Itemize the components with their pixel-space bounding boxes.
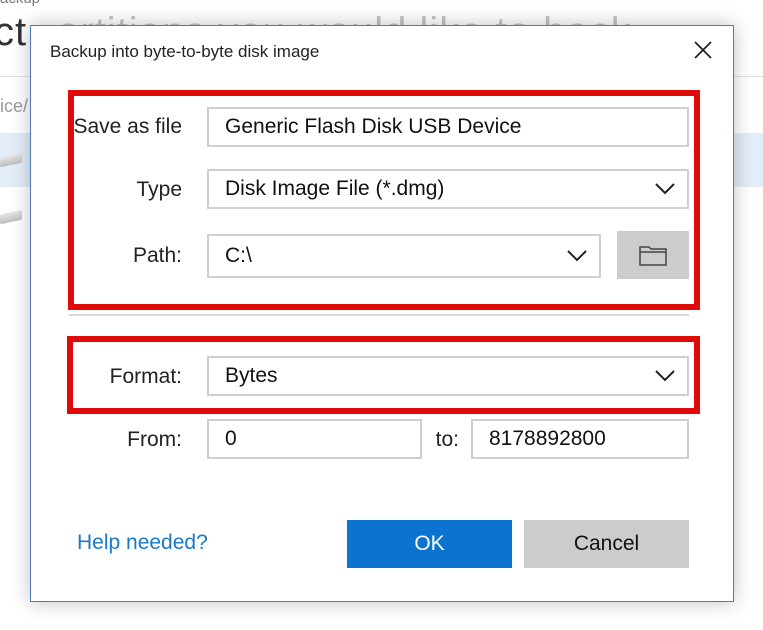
type-select[interactable]: Disk Image File (*.dmg) <box>207 169 689 209</box>
to-input[interactable]: 8178892800 <box>471 419 689 459</box>
format-select-value: Bytes <box>225 364 278 387</box>
type-label: Type <box>136 178 182 201</box>
dialog-title: Backup into byte-to-byte disk image <box>50 42 320 61</box>
from-input[interactable]: 0 <box>207 419 422 459</box>
close-icon <box>694 41 712 59</box>
chevron-down-icon <box>655 370 675 382</box>
from-label: From: <box>127 428 182 451</box>
background-window-title: ackup <box>0 0 40 7</box>
background-heading-start: ct <box>0 10 28 54</box>
path-select-value: C:\ <box>225 244 252 267</box>
type-select-value: Disk Image File (*.dmg) <box>225 177 445 200</box>
backup-dialog: Backup into byte-to-byte disk image Save… <box>30 25 734 602</box>
folder-icon <box>639 246 667 266</box>
format-select[interactable]: Bytes <box>207 356 689 396</box>
close-button[interactable] <box>691 38 715 62</box>
chevron-down-icon <box>655 183 675 195</box>
cancel-button[interactable]: Cancel <box>524 520 689 568</box>
section-divider <box>69 314 689 316</box>
chevron-down-icon <box>567 250 587 262</box>
save-as-input[interactable]: Generic Flash Disk USB Device <box>207 107 689 147</box>
background-path: ice/ <box>0 96 29 116</box>
disk-icon <box>0 209 22 225</box>
browse-folder-button[interactable] <box>617 231 689 279</box>
help-link[interactable]: Help needed? <box>77 531 208 555</box>
to-label: to: <box>435 428 459 451</box>
format-label: Format: <box>109 365 182 388</box>
save-as-label: Save as file <box>73 115 182 138</box>
path-select[interactable]: C:\ <box>207 234 601 278</box>
path-label: Path: <box>132 244 182 267</box>
ok-button[interactable]: OK <box>347 520 512 568</box>
